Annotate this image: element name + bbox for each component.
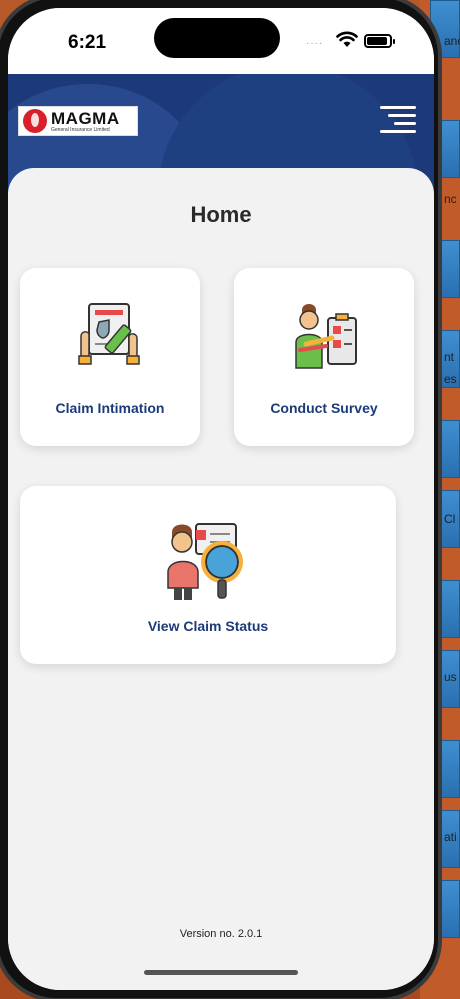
claim-intimation-card[interactable]: Claim Intimation [20, 268, 200, 446]
background-text: us [444, 670, 457, 684]
claim-status-search-icon [167, 523, 243, 600]
wifi-icon [336, 31, 358, 47]
main-content: Home Claim Intimation Conduct Survey Vie… [8, 168, 434, 990]
phone-frame: 6:21 ···· MAGMA General Insurance Limite… [0, 0, 442, 999]
logo-name: MAGMA [51, 108, 120, 128]
background-text: es [444, 372, 457, 386]
claim-intimation-label: Claim Intimation [55, 400, 165, 416]
battery-icon [364, 34, 395, 48]
background-text: anc [444, 34, 460, 48]
home-indicator[interactable] [144, 970, 298, 975]
background-text: nc [444, 192, 457, 206]
hamburger-menu-icon[interactable] [380, 106, 416, 134]
magma-logo: MAGMA General Insurance Limited [18, 106, 138, 136]
page-title: Home [190, 202, 252, 227]
view-claim-status-card[interactable]: View Claim Status [20, 486, 396, 664]
background-text: ati [444, 830, 457, 844]
claim-document-icon [78, 303, 140, 365]
status-bar: 6:21 ···· [8, 8, 434, 74]
conduct-survey-label: Conduct Survey [270, 400, 378, 416]
conduct-survey-card[interactable]: Conduct Survey [234, 268, 414, 446]
view-claim-status-label: View Claim Status [147, 618, 269, 634]
logo-subtitle: General Insurance Limited [51, 126, 110, 133]
magma-logo-mark-icon [23, 109, 47, 133]
survey-checklist-icon [295, 304, 357, 369]
background-text: nt [444, 350, 455, 364]
dynamic-island [154, 18, 280, 58]
app-screen: 6:21 ···· MAGMA General Insurance Limite… [8, 8, 434, 990]
version-text: Version no. 2.0.1 [179, 928, 263, 940]
background-text: Cl [444, 512, 456, 526]
cellular-signal-icon: ···· [306, 38, 324, 49]
status-time: 6:21 [68, 32, 107, 53]
